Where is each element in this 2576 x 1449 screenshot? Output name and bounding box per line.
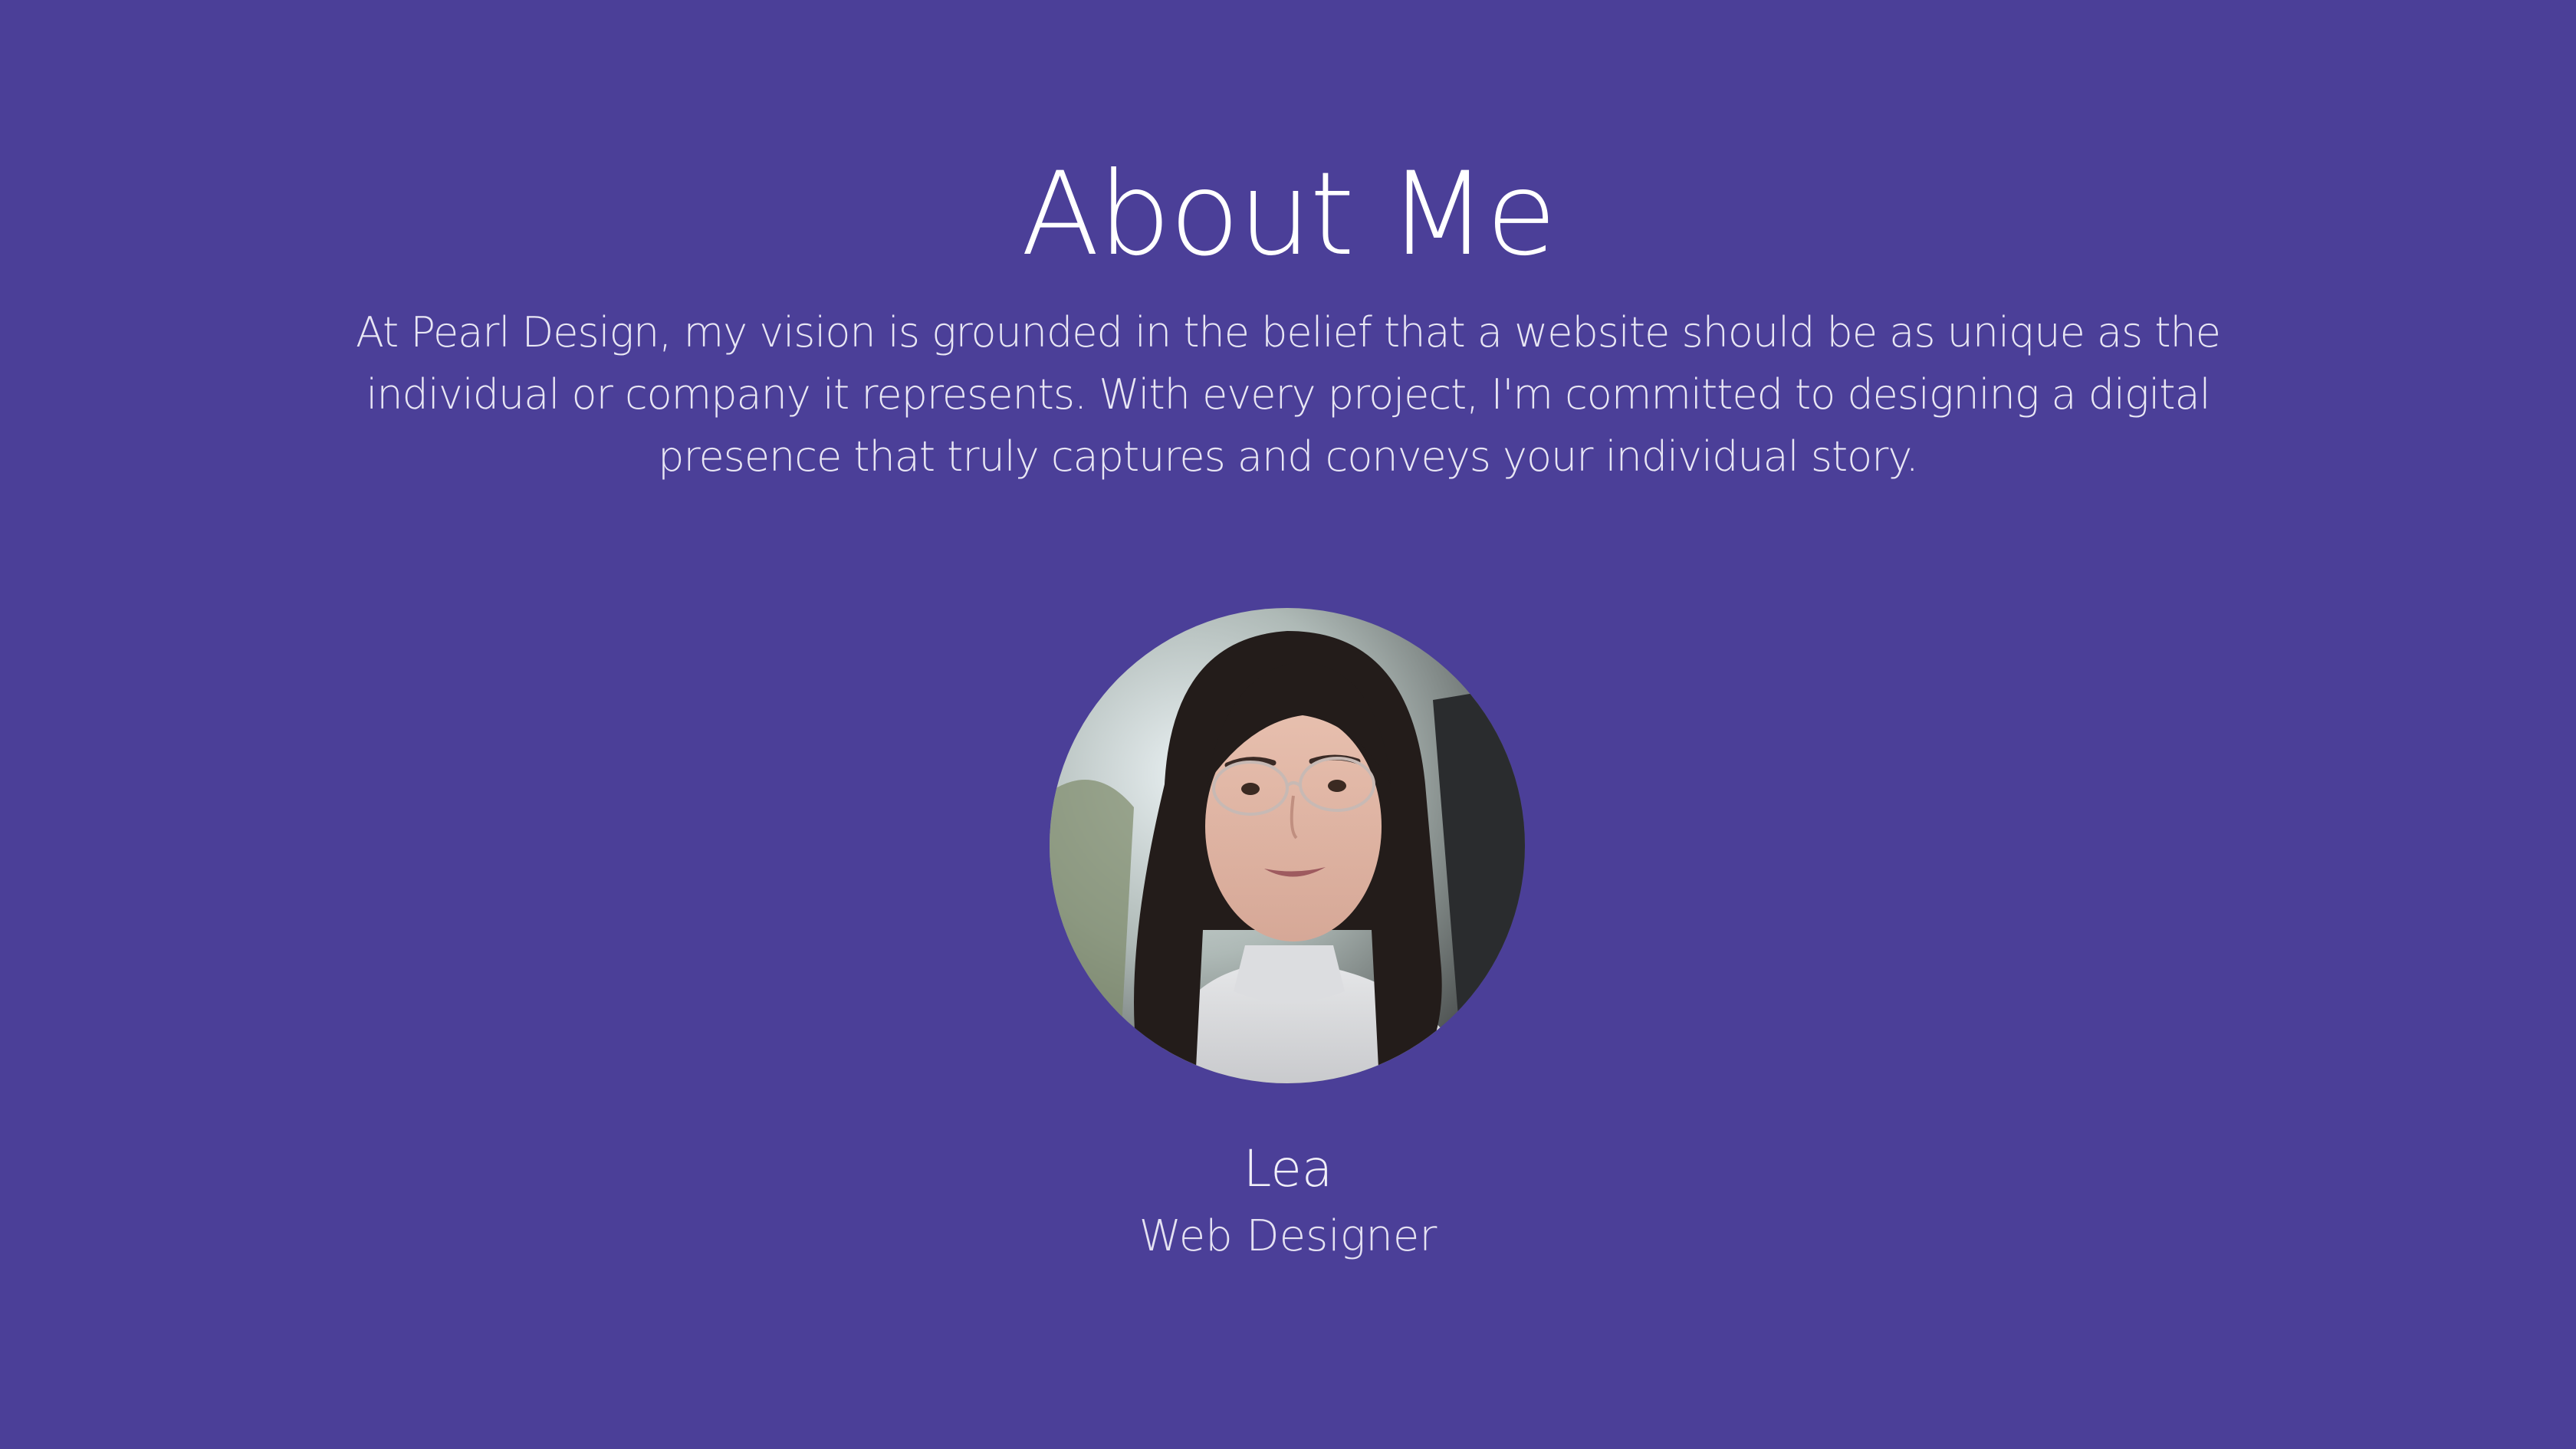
profile-name: Lea bbox=[1243, 1139, 1333, 1198]
profile-role: Web Designer bbox=[1138, 1211, 1438, 1261]
profile-photo-illustration bbox=[1050, 608, 1525, 1083]
page-title: About Me bbox=[1020, 148, 1557, 281]
about-intro-text: At Pearl Design, my vision is grounded i… bbox=[356, 308, 2221, 481]
profile-photo bbox=[1050, 608, 1525, 1083]
about-section: About Me At Pearl Design, my vision is g… bbox=[0, 0, 2576, 1449]
